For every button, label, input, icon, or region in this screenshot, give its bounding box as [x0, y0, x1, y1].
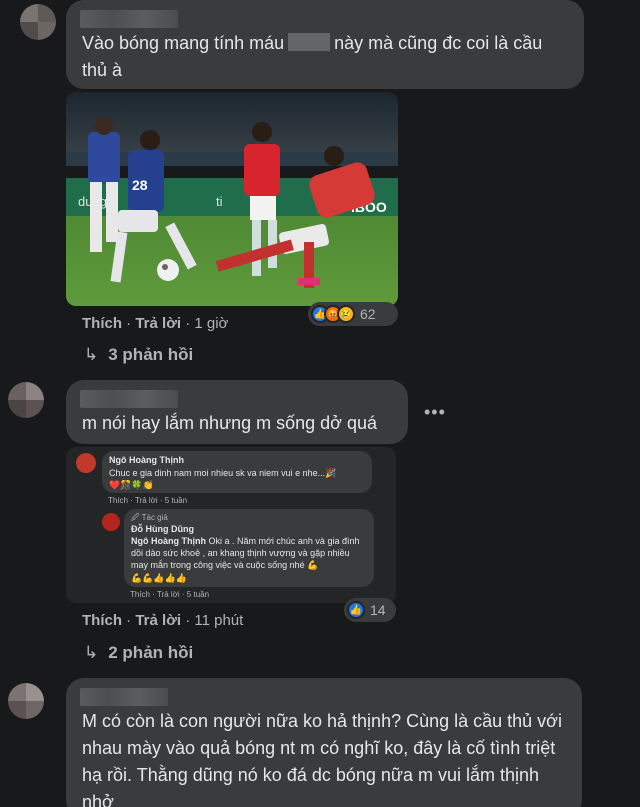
like-link[interactable]: Thích	[82, 315, 122, 332]
svg-text:28: 28	[132, 177, 148, 193]
view-replies-link[interactable]: ↳ 2 phản hồi	[84, 643, 193, 663]
view-replies-link[interactable]: ↳ 3 phản hồi	[84, 345, 193, 365]
author-name[interactable]	[80, 10, 178, 28]
sad-reaction-icon: 😢	[337, 305, 355, 323]
inner-emojis: 💪💪👍👍👍	[131, 573, 188, 583]
comment-bubble: M có còn là con người nữa ko hả thịnh? C…	[66, 678, 582, 807]
reply-link[interactable]: Trả lời	[135, 315, 181, 332]
reply-arrow-icon: ↳	[84, 643, 99, 662]
author-name[interactable]	[80, 390, 178, 408]
comment-actions: Thích · Trả lời · 1 giờ	[82, 315, 229, 332]
svg-text:ti: ti	[216, 194, 223, 209]
avatar[interactable]	[20, 4, 56, 40]
avatar[interactable]	[8, 683, 44, 719]
timestamp[interactable]: 11 phút	[194, 612, 243, 629]
attached-photo[interactable]: dung ti IBOO 28	[66, 92, 398, 306]
reply-arrow-icon: ↳	[84, 345, 99, 364]
comment-bubble: m nói hay lắm nhưng m sống dở quá	[66, 380, 408, 444]
football-photo: dung ti IBOO 28	[66, 92, 398, 306]
like-reaction-icon: 👍	[347, 601, 365, 619]
like-link[interactable]: Thích	[82, 612, 122, 629]
comment-text: m nói hay lắm nhưng m sống dở quá	[82, 413, 378, 433]
inner-author: Ngô Hoàng Thịnh	[109, 455, 184, 465]
author-name[interactable]	[80, 688, 168, 706]
timestamp[interactable]: 1 giờ	[194, 315, 228, 332]
avatar	[76, 453, 96, 473]
comment-actions: Thích · Trả lời · 11 phút	[82, 612, 244, 629]
reaction-count: 14	[370, 602, 386, 618]
inner-author: Đỗ Hùng Dũng	[131, 524, 194, 534]
comment-text: Vào bóng mang tính máu này mà cũng đc coi…	[82, 33, 543, 80]
inner-comment-text: Chuc e gia dinh nam moi nhieu sk va niem…	[109, 468, 337, 478]
censored-word	[288, 33, 331, 51]
comment-text: M có còn là con người nữa ko hả thịnh? C…	[82, 711, 562, 807]
inner-comment-text: Ngô Hoàng Thịnh Oki a . Năm mới chúc anh…	[131, 536, 360, 570]
reply-link[interactable]: Trả lời	[135, 612, 181, 629]
avatar	[102, 513, 120, 531]
comment-bubble: Vào bóng mang tính máu này mà cũng đc coi…	[66, 0, 584, 89]
inner-emojis: ❤️🎊🍀👏	[109, 480, 154, 490]
attached-screenshot[interactable]: Ngô Hoàng Thịnh Chuc e gia dinh nam moi …	[66, 447, 396, 603]
more-options-button[interactable]: •••	[424, 402, 446, 423]
reactions-summary[interactable]: 👍 14	[344, 598, 396, 622]
inner-comment-bubble: Ngô Hoàng Thịnh Chuc e gia dinh nam moi …	[102, 451, 372, 493]
reaction-count: 62	[360, 306, 376, 322]
inner-meta: Thích · Trả lời · 5 tuần	[130, 590, 210, 599]
inner-comment-bubble: 🖉 Tác giả Đỗ Hùng Dũng Ngô Hoàng Thịnh O…	[124, 509, 374, 587]
reactions-summary[interactable]: 👍 😡 😢 62	[308, 302, 398, 326]
inner-meta: Thích · Trả lời · 5 tuần	[108, 496, 188, 505]
avatar[interactable]	[8, 382, 44, 418]
